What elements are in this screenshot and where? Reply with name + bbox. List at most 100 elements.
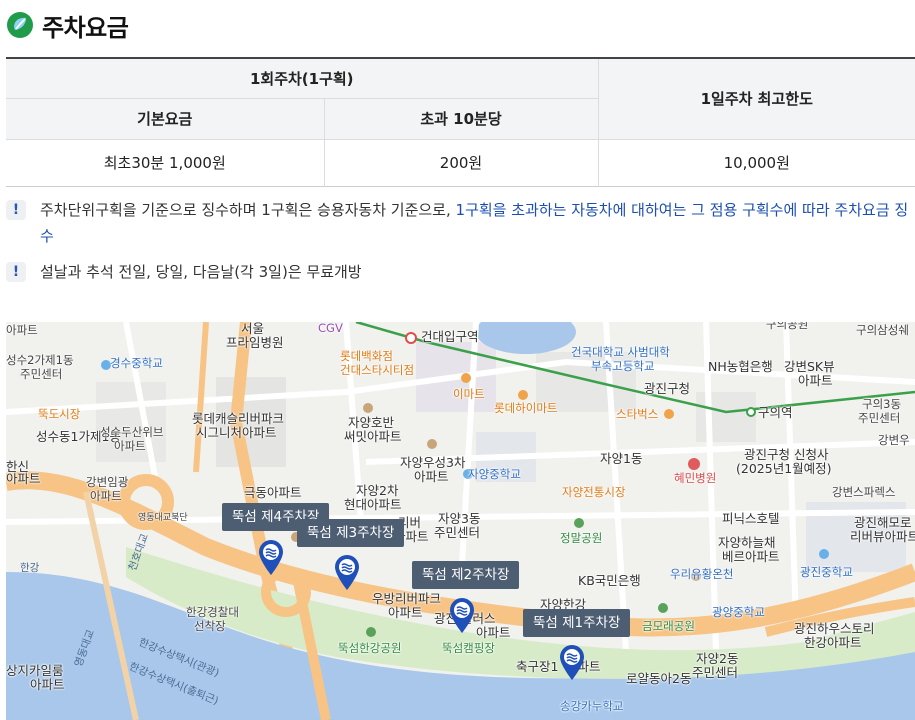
parking-map[interactable]: 아파트 서울 프라임병원 CGV 건대입구역 구의공원 구의삼성쉐 성수2가제1… bbox=[6, 322, 915, 720]
extra-fee-header: 초과 10분당 bbox=[323, 98, 598, 140]
basic-fee-header: 기본요금 bbox=[6, 98, 324, 140]
map-label: 우방리버파크 bbox=[372, 591, 442, 606]
map-label: 건대입구역 bbox=[421, 329, 479, 344]
map-label: 선착장 bbox=[194, 619, 226, 633]
map-label: 자양2동 bbox=[696, 651, 739, 666]
note-item: ! 설날과 추석 전일, 당일, 다음날(각 3일)은 무료개방 bbox=[6, 259, 915, 285]
map-label: 영동대교북단 bbox=[138, 513, 188, 523]
map-label: (2025년1월예정) bbox=[736, 461, 832, 476]
exclamation-icon: ! bbox=[6, 200, 26, 220]
map-label: 리버뷰아파트 bbox=[850, 529, 915, 544]
map-label: 자양중학교 bbox=[468, 467, 521, 481]
parking-lot-2-label[interactable]: 뚝섬 제2주차장 bbox=[412, 561, 520, 589]
map-label: 아파트 bbox=[6, 323, 38, 337]
map-label: 광진구청 bbox=[644, 381, 691, 396]
map-label: 구의3동 bbox=[862, 397, 902, 411]
map-label: 아파트 bbox=[90, 489, 122, 503]
extra-fee-value: 200원 bbox=[323, 139, 598, 186]
map-label: 아파트 bbox=[476, 625, 511, 640]
map-label: 현대아파트 bbox=[344, 497, 402, 512]
map-label: 뚝섬캠핑장 bbox=[442, 641, 495, 655]
daily-max-value: 10,000원 bbox=[597, 139, 915, 186]
map-label: 자양하늘채 bbox=[718, 535, 776, 550]
map-label: 강변임광 bbox=[86, 475, 129, 489]
map-label: 자양전통시장 bbox=[562, 485, 626, 499]
map-label: KB국민은행 bbox=[578, 573, 641, 588]
map-label: 스타벅스 bbox=[616, 407, 659, 421]
map-label: 써밋아파트 bbox=[344, 429, 402, 444]
parking-pin-icon[interactable] bbox=[558, 643, 586, 681]
map-label: 송강카누학교 bbox=[560, 699, 624, 713]
parking-pin-icon[interactable] bbox=[448, 596, 476, 634]
map-label: 광진해모로 bbox=[854, 515, 912, 530]
map-label: 광진하우스토리 bbox=[794, 621, 875, 636]
map-label: 로얄동아2동 bbox=[626, 671, 692, 686]
map-label: 광진중학교 bbox=[800, 565, 853, 579]
parking-pin-icon[interactable] bbox=[257, 538, 285, 576]
parking-lot-1-label[interactable]: 뚝섬 제1주차장 bbox=[523, 609, 631, 637]
map-label: 뚝도시장 bbox=[38, 407, 81, 421]
map-label: 주민센터 bbox=[20, 367, 63, 381]
map-label: 프라임병원 bbox=[226, 335, 284, 350]
map-label: 주민센터 bbox=[858, 411, 901, 425]
map-label: 한신 bbox=[6, 459, 30, 474]
parking-fee-table: 1회주차(1구획) 1일주차 최고한도 기본요금 초과 10분당 최초30분 1… bbox=[6, 57, 915, 187]
page-title: 주차요금 bbox=[42, 13, 129, 42]
map-label: 뚝섬한강공원 bbox=[338, 641, 402, 655]
map-label: 강변SK뷰 bbox=[784, 359, 835, 374]
map-label: 롯데백화점 bbox=[340, 349, 393, 363]
map-label: 강변우 bbox=[878, 433, 910, 447]
notes-list: ! 주차단위구획을 기준으로 징수하며 1구획은 승용자동차 기준으로, 1구획… bbox=[6, 197, 915, 295]
map-label: 아파트 bbox=[798, 373, 833, 388]
map-label: 시그니처아파트 bbox=[196, 425, 277, 440]
map-label: 주민센터 bbox=[692, 665, 739, 680]
map-label: 광진구청 신청사 bbox=[744, 447, 829, 462]
note-text: 설날과 추석 전일, 당일, 다음날(각 3일)은 무료개방 bbox=[40, 263, 362, 281]
map-label: 구의역 bbox=[758, 405, 793, 420]
map-label: 아파트 bbox=[414, 469, 449, 484]
map-label: 건대스타시티점 bbox=[340, 363, 415, 377]
map-label: 한강경찰대 bbox=[186, 605, 239, 619]
map-label: 주민센터 bbox=[434, 525, 481, 540]
map-label: NH농협은행 bbox=[708, 359, 773, 374]
map-label: 우리유황온천 bbox=[670, 567, 734, 581]
map-label: 금모래공원 bbox=[642, 619, 695, 633]
map-label: 베르아파트 bbox=[722, 549, 780, 564]
map-label: 자양3동 bbox=[438, 511, 481, 526]
map-label: 건국대학교 사범대학 bbox=[571, 345, 670, 359]
map-label: 아파트 bbox=[114, 439, 146, 453]
map-label: 광양중학교 bbox=[712, 605, 765, 619]
map-label: 자양2차 bbox=[356, 483, 399, 498]
map-label: 한강아파트 bbox=[804, 635, 862, 650]
map-label: 강변스파렉스 bbox=[832, 485, 896, 499]
map-label: 자양1동 bbox=[600, 451, 643, 466]
parking-lot-3-label[interactable]: 뚝섬 제3주차장 bbox=[297, 519, 405, 547]
map-label: 서울 bbox=[241, 322, 265, 336]
map-label: 롯데하이마트 bbox=[494, 401, 558, 415]
map-label: 피닉스호텔 bbox=[722, 511, 780, 526]
basic-fee-value: 최초30분 1,000원 bbox=[103, 154, 226, 172]
map-label: 아파트 bbox=[388, 605, 423, 620]
map-label: 아파트 bbox=[30, 677, 65, 692]
map-label: 롯데캐슬리버파크 bbox=[192, 411, 285, 426]
map-label: 극동아파트 bbox=[244, 485, 302, 500]
map-label: CGV bbox=[318, 322, 343, 335]
daily-max-header: 1일주차 최고한도 bbox=[597, 58, 915, 140]
map-label: 부속고등학교 bbox=[591, 359, 655, 373]
map-label: 혜민병원 bbox=[674, 471, 717, 485]
parking-pin-icon[interactable] bbox=[333, 553, 361, 591]
section-header: 주차요금 bbox=[6, 8, 129, 42]
single-parking-header: 1회주차(1구획) bbox=[6, 58, 598, 99]
map-label: 자양호반 bbox=[348, 415, 395, 430]
map-label: 한강 bbox=[20, 562, 40, 574]
note-text: 주차단위구획을 기준으로 징수하며 1구획은 승용자동차 기준으로, 1구획을 … bbox=[40, 201, 909, 245]
exclamation-icon: ! bbox=[6, 262, 26, 282]
map-label: 성수두산위브 bbox=[100, 425, 164, 439]
app-logo-icon bbox=[7, 12, 33, 38]
note-item: ! 주차단위구획을 기준으로 징수하며 1구획은 승용자동차 기준으로, 1구획… bbox=[6, 197, 915, 249]
map-label: 상지카일룸 bbox=[6, 663, 64, 678]
map-label: 경수중학교 bbox=[110, 356, 163, 370]
map-label: 정말공원 bbox=[560, 531, 603, 545]
map-label: 구의삼성쉐 bbox=[856, 323, 909, 337]
map-label: 이마트 bbox=[453, 387, 485, 401]
